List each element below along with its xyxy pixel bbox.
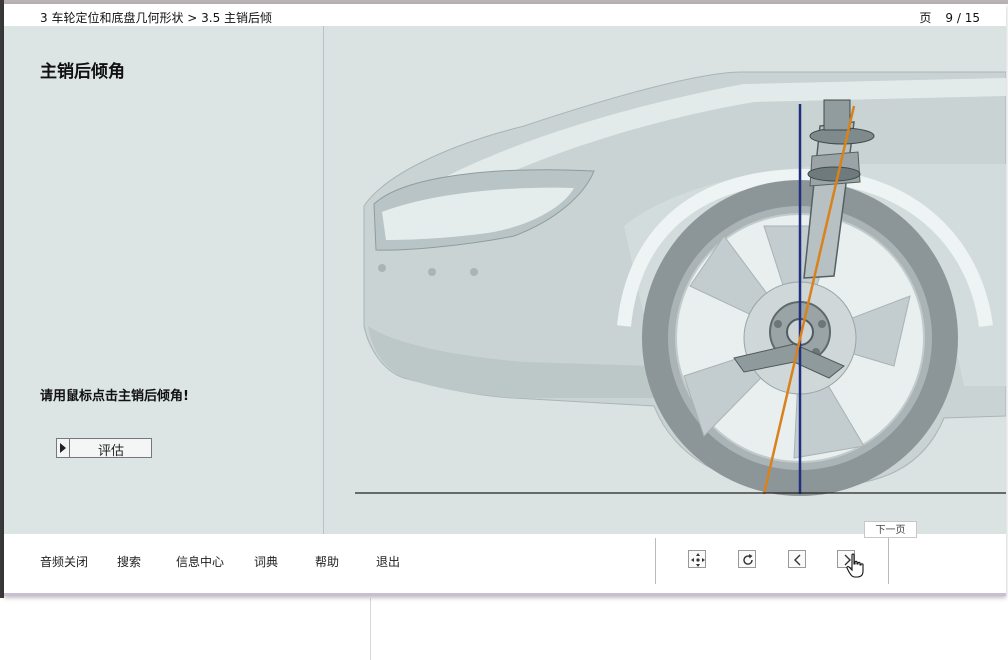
car-wheel-illustration[interactable] xyxy=(324,26,1007,534)
page-title: 主销后倾角 xyxy=(40,62,125,82)
menu-search[interactable]: 搜索 xyxy=(117,553,141,570)
app-window: 3 车轮定位和底盘几何形状 > 3.5 主销后倾 页 9 / 15 主销后倾角 请… xyxy=(4,4,1007,596)
background-divider xyxy=(370,598,371,660)
page-label: 页 xyxy=(919,11,932,25)
header-bar: 3 车轮定位和底盘几何形状 > 3.5 主销后倾 页 9 / 15 xyxy=(4,4,1006,28)
content-area: 主销后倾角 请用鼠标点击主销后倾角! 评估 xyxy=(4,26,1007,534)
previous-page-button[interactable] xyxy=(788,550,806,568)
toolbar-divider xyxy=(888,538,889,584)
breadcrumb: 3 车轮定位和底盘几何形状 > 3.5 主销后倾 xyxy=(40,11,273,25)
reload-icon xyxy=(743,554,753,565)
menu-info-center[interactable]: 信息中心 xyxy=(176,553,224,570)
play-arrow-icon xyxy=(57,439,70,457)
page-number: 9 / 15 xyxy=(945,11,980,25)
instruction-text: 请用鼠标点击主销后倾角! xyxy=(40,389,189,404)
evaluate-button[interactable]: 评估 xyxy=(56,438,152,459)
next-page-tooltip: 下一页 xyxy=(864,521,917,538)
menu-dictionary[interactable]: 词典 xyxy=(254,553,278,570)
move-icon xyxy=(691,553,705,567)
chevron-left-icon xyxy=(794,554,801,566)
menu-audio-off[interactable]: 音频关闭 xyxy=(40,553,88,570)
menu-exit[interactable]: 退出 xyxy=(376,553,400,570)
page-indicator: 页 9 / 15 xyxy=(919,9,980,26)
background-window xyxy=(0,598,1008,660)
illustration-area[interactable] xyxy=(324,26,1007,534)
left-panel: 主销后倾角 请用鼠标点击主销后倾角! 评估 xyxy=(4,26,323,534)
toolbar-divider xyxy=(655,538,656,584)
reload-button[interactable] xyxy=(738,550,756,568)
hand-cursor-icon xyxy=(846,553,864,578)
evaluate-button-label: 评估 xyxy=(97,444,124,459)
move-button[interactable] xyxy=(688,550,706,568)
menu-help[interactable]: 帮助 xyxy=(315,553,339,570)
